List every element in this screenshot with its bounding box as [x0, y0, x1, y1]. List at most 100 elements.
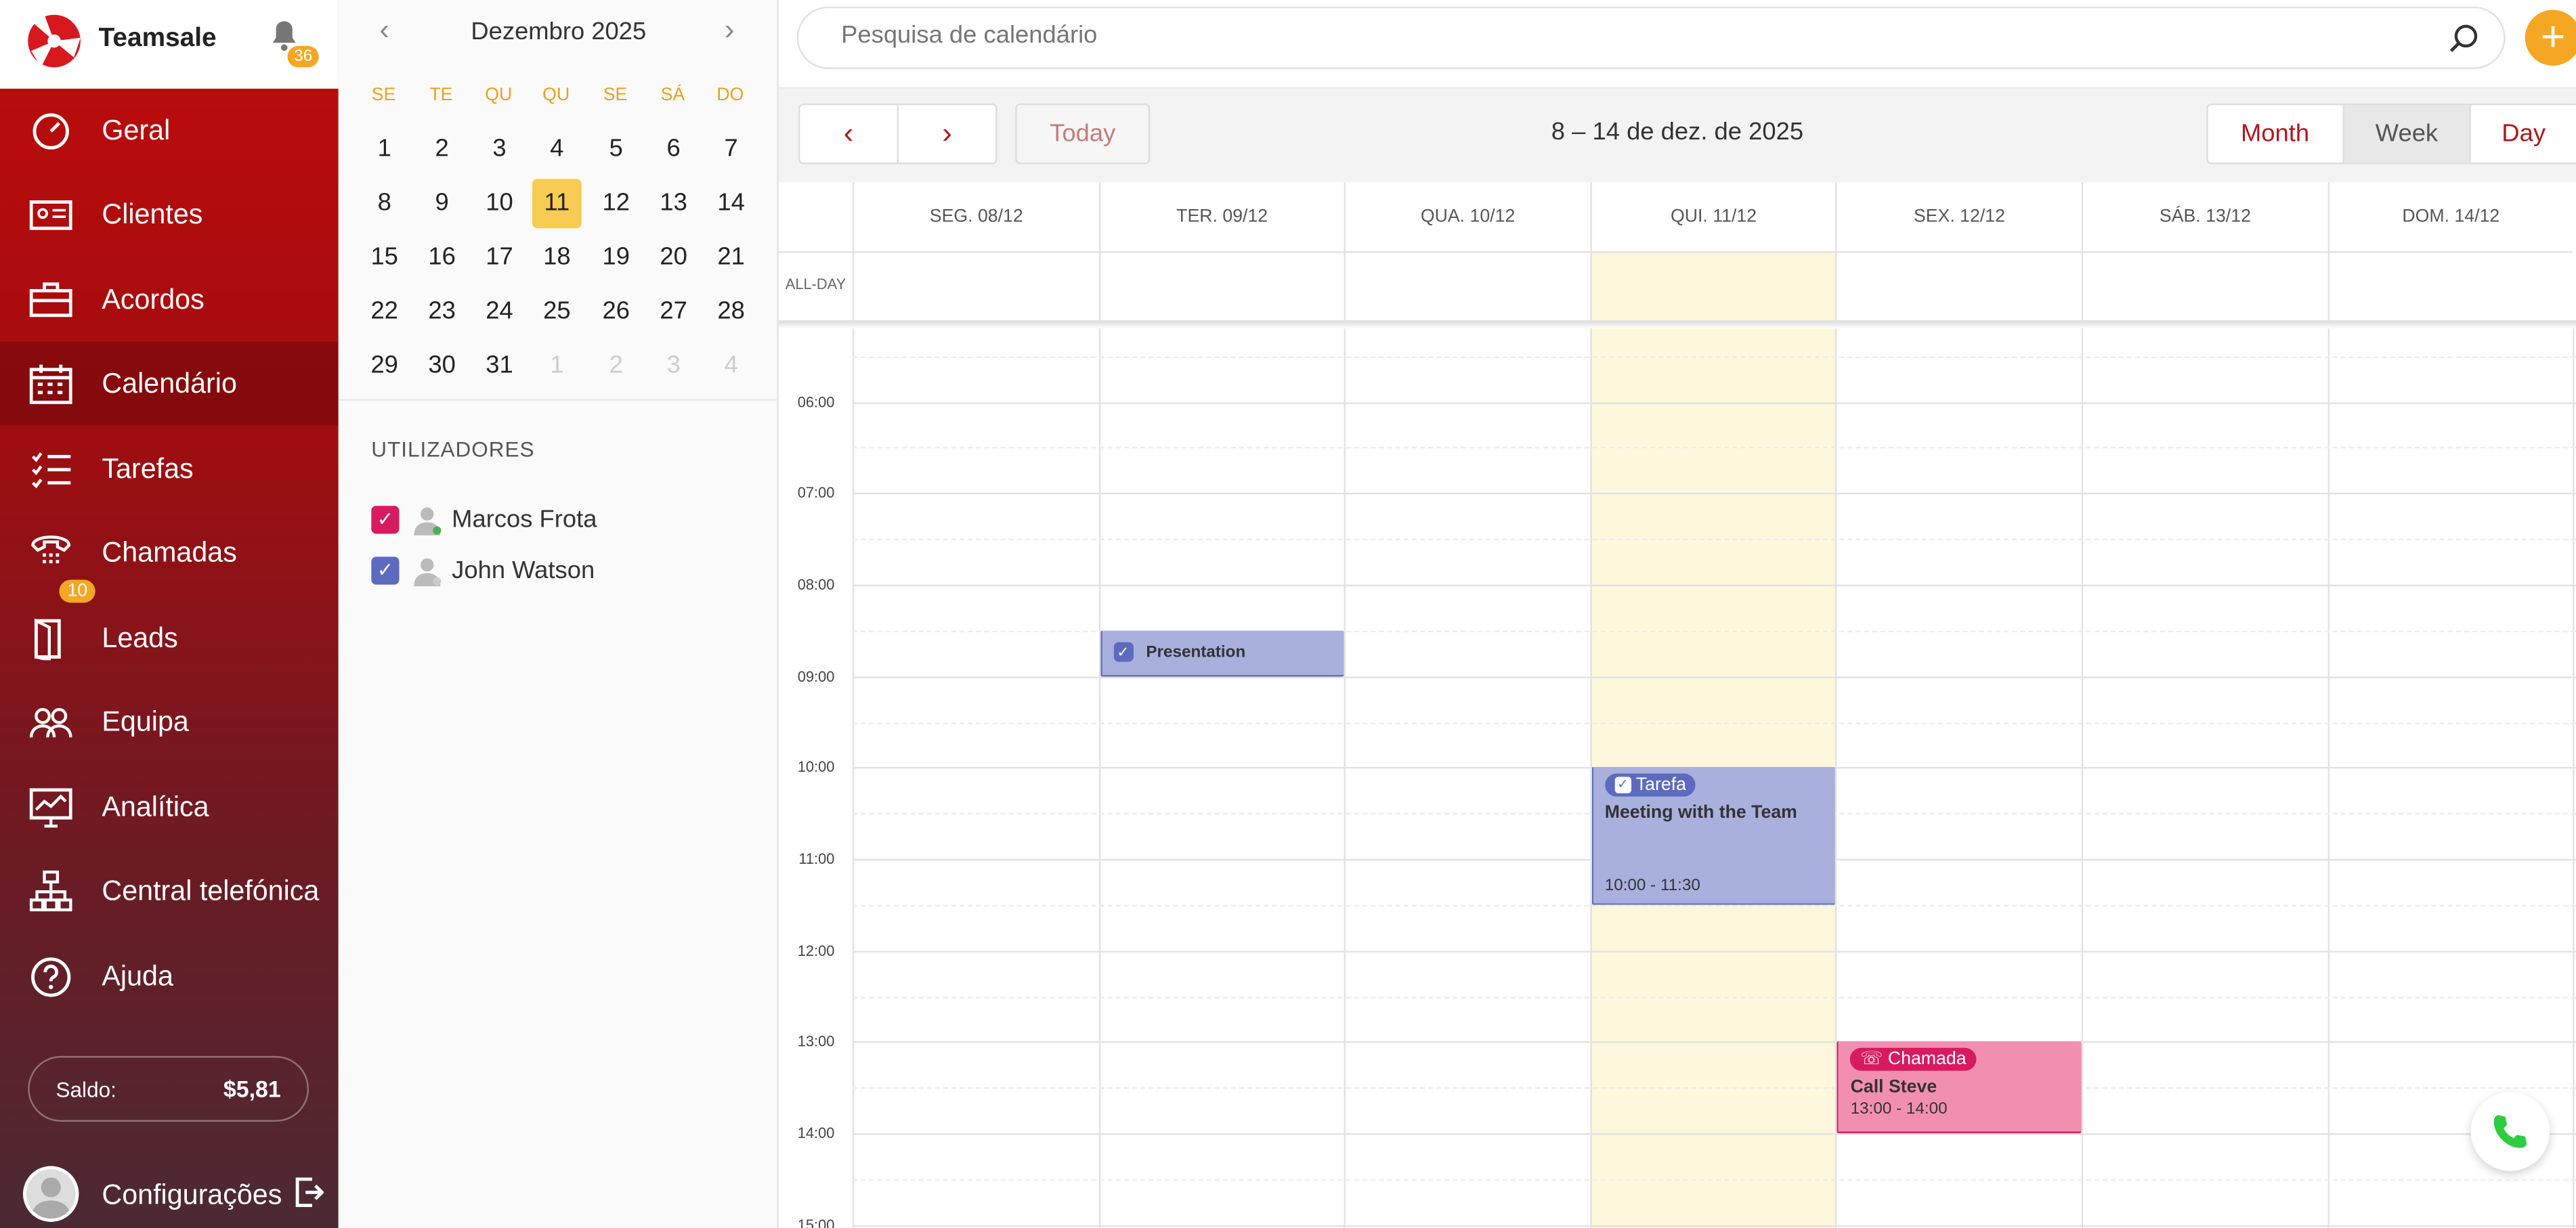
day-column-header[interactable]: DOM. 14/12 [2327, 182, 2573, 253]
sidebar-item-equipa[interactable]: Equipa [0, 680, 339, 764]
time-label: 15:00 [797, 1216, 835, 1228]
view-week-button[interactable]: Week [2343, 105, 2472, 163]
day-column-header[interactable]: SEX. 12/12 [1835, 182, 2082, 253]
mini-calendar-day[interactable]: 17 [475, 233, 524, 282]
mini-calendar-day[interactable]: 22 [360, 288, 409, 337]
column-divider [1344, 328, 1346, 1228]
calendar-event[interactable]: ☏ Chamada Call Steve 13:00 - 14:00 [1837, 1042, 2082, 1134]
checkbox[interactable]: ✓ [371, 504, 400, 533]
hour-line [853, 1225, 2576, 1227]
all-day-cell[interactable] [1835, 253, 2082, 322]
sidebar-item-acordos[interactable]: Acordos [0, 258, 339, 342]
add-button[interactable]: + [2525, 9, 2576, 66]
all-day-cell[interactable] [2327, 253, 2573, 322]
mini-calendar-day[interactable]: 13 [649, 179, 698, 228]
chevron-right-icon[interactable]: › [713, 13, 746, 46]
half-hour-line [853, 722, 2576, 724]
calendar-event[interactable]: ✓ Tarefa Meeting with the Team 10:00 - 11:3… [1591, 767, 1836, 905]
all-day-cell[interactable] [1344, 253, 1590, 322]
calendar-icon [29, 364, 72, 403]
day-column-header[interactable]: SÁB. 13/12 [2081, 182, 2327, 253]
mini-calendar-day[interactable]: 27 [649, 288, 698, 337]
mini-calendar-day[interactable]: 31 [475, 342, 524, 391]
mini-calendar-day[interactable]: 4 [706, 342, 756, 391]
all-day-cell[interactable] [1589, 253, 1836, 322]
mini-calendar-day[interactable]: 19 [591, 233, 641, 282]
search-input[interactable] [841, 21, 2419, 49]
day-column-header[interactable]: QUI. 11/12 [1589, 182, 1836, 253]
today-button[interactable]: Today [1015, 103, 1151, 165]
mini-calendar-day[interactable]: 11 [532, 179, 582, 229]
mini-calendar-day[interactable]: 4 [532, 125, 582, 174]
mini-calendar-day[interactable]: 9 [417, 179, 467, 228]
view-month-button[interactable]: Month [2208, 105, 2344, 163]
sidebar-item-geral[interactable]: Geral [0, 89, 339, 173]
balance-pill[interactable]: Saldo: $5,81 [28, 1055, 309, 1122]
view-day-button[interactable]: Day [2471, 105, 2576, 162]
all-day-cell[interactable] [2081, 253, 2327, 322]
mini-calendar-day[interactable]: 3 [649, 342, 698, 391]
mini-calendar-day[interactable]: 30 [417, 342, 467, 391]
user-filter-john[interactable]: ✓ John Watson [371, 550, 595, 590]
weekday-label: SÁ [660, 85, 685, 106]
mini-calendar-day[interactable]: 23 [417, 288, 467, 337]
day-column-header[interactable]: TER. 09/12 [1098, 182, 1344, 253]
calendar-event[interactable]: ✓ Presentation [1100, 630, 1344, 676]
next-week-button[interactable]: › [899, 105, 995, 162]
sidebar-item-ajuda[interactable]: Ajuda [0, 934, 339, 1018]
brand-name: Teamsale [98, 24, 217, 53]
chevron-left-icon[interactable]: ‹ [368, 13, 401, 46]
mini-calendar-day[interactable]: 8 [360, 179, 409, 228]
mini-calendar-day[interactable]: 2 [417, 125, 467, 174]
sidebar-item-central-telefonica[interactable]: Central telefónica [0, 849, 339, 933]
sidebar-item-leads[interactable]: 10 Leads [0, 579, 339, 680]
mini-calendar-day[interactable]: 3 [475, 125, 524, 174]
day-column-header[interactable]: SEG. 08/12 [853, 182, 1099, 253]
event-type-pill: ✓ Tarefa [1604, 774, 1696, 797]
user-name: John Watson [452, 556, 595, 584]
phone-fab-button[interactable] [2470, 1092, 2550, 1171]
mini-calendar-day[interactable]: 12 [591, 179, 641, 228]
mini-calendar-day[interactable]: 1 [360, 125, 409, 174]
avatar[interactable] [22, 1166, 79, 1222]
time-label: 08:00 [797, 576, 835, 593]
all-day-cell[interactable] [853, 253, 1098, 322]
mini-calendar-day[interactable]: 1 [532, 342, 582, 391]
mini-calendar-day[interactable]: 28 [706, 288, 756, 337]
mini-calendar-day[interactable]: 29 [360, 342, 409, 391]
all-day-cell[interactable] [1098, 253, 1344, 322]
mini-calendar-day[interactable]: 6 [649, 125, 698, 174]
sidebar-item-analitica[interactable]: Analítica [0, 766, 339, 850]
mini-calendar-day[interactable]: 25 [532, 288, 582, 337]
logout-icon[interactable] [294, 1177, 324, 1208]
sidebar-item-chamadas[interactable]: Chamadas [0, 510, 339, 594]
mini-calendar-day[interactable]: 10 [475, 179, 524, 228]
mini-calendar-day[interactable]: 18 [532, 233, 582, 282]
user-filter-marcos[interactable]: ✓ Marcos Frota [371, 500, 597, 539]
mini-calendar-day[interactable]: 14 [706, 179, 756, 228]
column-divider [2327, 328, 2330, 1228]
search-icon[interactable] [2448, 23, 2481, 56]
user-name: Marcos Frota [452, 504, 597, 533]
mini-calendar-day[interactable]: 21 [706, 233, 756, 282]
mini-calendar-day[interactable]: 26 [591, 288, 641, 337]
time-label: 10:00 [797, 759, 835, 776]
day-column-header[interactable]: QUA. 10/12 [1344, 182, 1590, 253]
mini-calendar-day[interactable]: 5 [591, 125, 641, 174]
teamsale-logo-icon[interactable] [24, 8, 83, 70]
mini-calendar-day[interactable]: 2 [591, 342, 641, 391]
half-hour-line [853, 904, 2576, 906]
search-box[interactable] [796, 6, 2506, 69]
checkbox[interactable]: ✓ [371, 556, 400, 584]
mini-calendar-day[interactable]: 16 [417, 233, 467, 282]
mini-calendar-day[interactable]: 15 [360, 233, 409, 282]
sidebar-item-calendario[interactable]: Calendário [0, 341, 339, 426]
mini-calendar-day[interactable]: 24 [475, 288, 524, 337]
sidebar-item-tarefas[interactable]: Tarefas [0, 427, 339, 511]
event-type-label: Tarefa [1635, 775, 1686, 796]
settings-row[interactable]: Configurações [0, 1161, 339, 1228]
sidebar-item-clientes[interactable]: Clientes [0, 173, 339, 257]
mini-calendar-day[interactable]: 20 [649, 233, 698, 282]
mini-calendar-day[interactable]: 7 [706, 125, 756, 174]
prev-week-button[interactable]: ‹ [800, 105, 899, 163]
